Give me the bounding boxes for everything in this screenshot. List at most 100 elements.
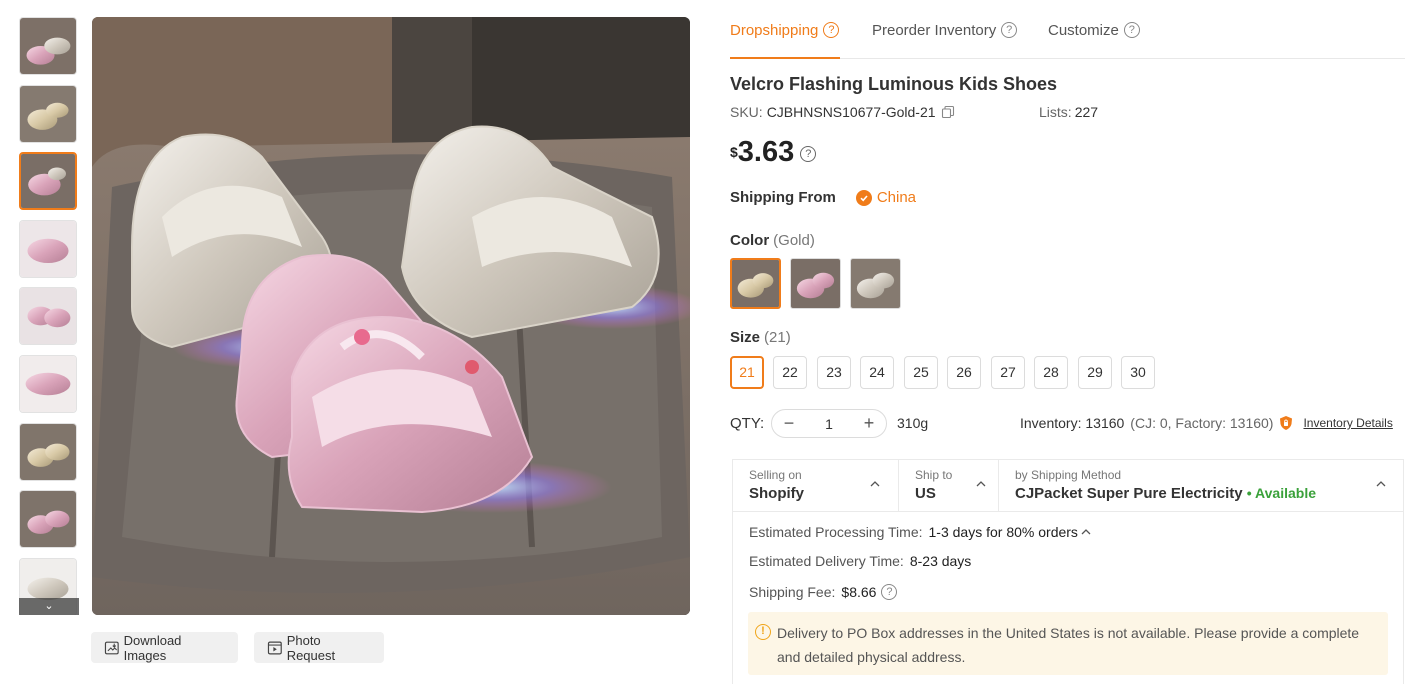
help-icon[interactable]: ? <box>1001 22 1018 38</box>
size-option[interactable]: 25 <box>904 356 938 389</box>
color-swatch-gold[interactable] <box>730 258 781 309</box>
po-box-notice: ! Delivery to PO Box addresses in the Un… <box>748 612 1388 675</box>
help-icon[interactable]: ? <box>1123 22 1140 38</box>
shipping-fee-label: Shipping Fee: <box>749 584 836 600</box>
product-title: Velcro Flashing Luminous Kids Shoes <box>730 74 1058 94</box>
download-image-icon <box>104 641 119 654</box>
plus-button[interactable]: + <box>862 413 876 434</box>
sku-label: SKU: <box>730 104 763 120</box>
thumbnail[interactable] <box>19 84 77 143</box>
tab-preorder-inventory[interactable]: Preorder Inventory ? <box>872 19 1018 41</box>
size-option[interactable]: 28 <box>1034 356 1068 389</box>
ship-to-selector[interactable]: Ship to US <box>899 460 999 512</box>
inventory-breakdown: (CJ: 0, Factory: 13160) <box>1130 415 1274 431</box>
thumbnail[interactable] <box>19 219 77 278</box>
lists-value: 227 <box>1074 104 1099 120</box>
shipping-from-country[interactable]: China <box>877 189 916 206</box>
chevron-up-icon <box>1376 481 1386 487</box>
color-label: Color <box>730 232 770 249</box>
size-option[interactable]: 22 <box>773 356 807 389</box>
check-circle-icon <box>855 189 872 206</box>
availability-status: • Available <box>1246 485 1317 501</box>
shipping-fee-row: Shipping Fee: $8.66 ? <box>749 584 898 600</box>
size-label-row: Size (21) <box>730 329 791 346</box>
shipping-selectors: Selling on Shopify Ship to US by Shippin… <box>733 460 1403 512</box>
delivery-time-value: 8-23 days <box>909 553 972 569</box>
color-swatch-silver[interactable] <box>850 258 901 309</box>
chevron-up-icon[interactable] <box>1080 526 1092 538</box>
thumbnail[interactable] <box>19 422 77 481</box>
photo-request-icon <box>267 641 282 654</box>
thumbnail-active[interactable] <box>19 152 77 211</box>
shipping-fee-value: $8.66 <box>841 584 877 600</box>
tab-label: Preorder Inventory <box>872 21 997 39</box>
size-option[interactable]: 24 <box>860 356 894 389</box>
shield-lock-icon <box>1280 416 1293 430</box>
color-swatch-pink[interactable] <box>790 258 841 309</box>
inventory-info: Inventory: 13160 (CJ: 0, Factory: 13160)… <box>1020 415 1393 431</box>
chevron-down-icon[interactable]: ⌄ <box>19 598 79 615</box>
size-option[interactable]: 27 <box>991 356 1025 389</box>
thumbnail[interactable] <box>19 354 77 413</box>
active-tab-indicator <box>730 57 840 59</box>
photo-request-label: Photo Request <box>286 632 336 663</box>
chevron-up-icon <box>976 481 986 487</box>
size-option[interactable]: 23 <box>817 356 851 389</box>
notice-text: Delivery to PO Box addresses in the Unit… <box>777 625 1360 665</box>
delivery-time-label: Estimated Delivery Time: <box>749 553 904 569</box>
quantity-stepper: − 1 + <box>771 409 887 438</box>
shipping-panel: Selling on Shopify Ship to US by Shippin… <box>732 459 1404 684</box>
delivery-time-row: Estimated Delivery Time: 8-23 days <box>749 553 971 569</box>
shipping-method-value: CJPacket Super Pure Electricity <box>1015 485 1243 502</box>
tab-dropshipping[interactable]: Dropshipping ? <box>730 19 840 41</box>
size-selected: (21) <box>764 329 791 346</box>
selling-on-selector[interactable]: Selling on Shopify <box>733 460 899 512</box>
size-option[interactable]: 26 <box>947 356 981 389</box>
inventory-count: Inventory: 13160 <box>1020 415 1125 431</box>
chevron-up-icon <box>870 481 880 487</box>
processing-time-row: Estimated Processing Time: 1-3 days for … <box>749 524 1092 540</box>
help-icon[interactable]: ? <box>800 146 817 162</box>
help-icon[interactable]: ? <box>881 584 898 600</box>
thumbnail[interactable] <box>19 490 77 549</box>
price-amount: 3.63 <box>737 136 795 168</box>
thumbnail[interactable] <box>19 17 77 75</box>
tab-customize[interactable]: Customize ? <box>1048 19 1140 41</box>
size-label: Size <box>730 329 761 346</box>
help-icon[interactable]: ? <box>823 22 840 38</box>
photo-request-button[interactable]: Photo Request <box>254 632 384 663</box>
size-option[interactable]: 21 <box>730 356 764 389</box>
color-selected: (Gold) <box>773 232 815 249</box>
quantity-row: QTY: − 1 + 310g Inventory: 13160 (CJ: 0,… <box>730 409 1405 439</box>
copy-icon[interactable] <box>941 105 955 119</box>
thumbnail[interactable] <box>19 287 77 346</box>
tab-label: Customize <box>1048 21 1119 39</box>
minus-button[interactable]: − <box>782 413 796 434</box>
size-option[interactable]: 30 <box>1121 356 1155 389</box>
shipping-from-row: Shipping From China <box>730 189 916 206</box>
lists-count: Lists: 227 <box>1039 104 1098 120</box>
size-option[interactable]: 29 <box>1078 356 1112 389</box>
thumbnail-strip <box>19 17 79 615</box>
shipping-method-selector[interactable]: by Shipping Method CJPacket Super Pure E… <box>999 460 1403 512</box>
mode-tabs: Dropshipping ? Preorder Inventory ? Cust… <box>730 0 1405 59</box>
shipping-method-label: by Shipping Method <box>1015 468 1122 482</box>
lists-label: Lists: <box>1039 104 1072 120</box>
color-label-row: Color (Gold) <box>730 232 815 249</box>
shipping-from-label: Shipping From <box>730 189 836 206</box>
price: $ 3.63 ? <box>730 136 817 169</box>
main-product-image <box>92 17 690 615</box>
inventory-details-link[interactable]: Inventory Details <box>1303 416 1392 430</box>
processing-time-label: Estimated Processing Time: <box>749 524 923 540</box>
price-currency: $ <box>730 144 738 160</box>
product-weight: 310g <box>897 415 929 431</box>
tab-label: Dropshipping <box>730 21 819 39</box>
qty-label: QTY: <box>730 415 765 432</box>
download-images-label: Download Images <box>123 632 182 663</box>
download-images-button[interactable]: Download Images <box>91 632 238 663</box>
quantity-input[interactable]: 1 <box>825 416 833 432</box>
warning-icon: ! <box>755 624 771 640</box>
sku-row: SKU: CJBHNSNS10677-Gold-21 <box>730 104 955 120</box>
shipping-method-row: CJPacket Super Pure Electricity • Availa… <box>1015 485 1403 502</box>
sku-value: CJBHNSNS10677-Gold-21 <box>766 104 936 120</box>
